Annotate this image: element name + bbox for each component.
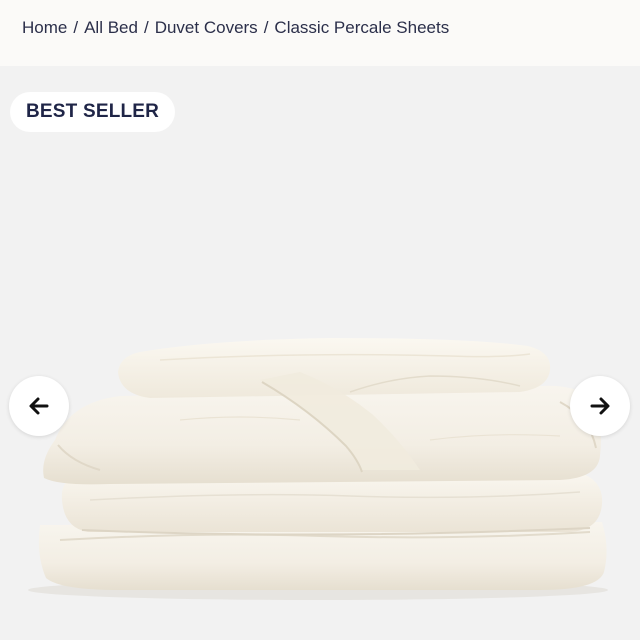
breadcrumb-bar: Home / All Bed / Duvet Covers / Classic … [0, 0, 640, 66]
breadcrumb-all-bed[interactable]: All Bed [84, 18, 138, 38]
previous-image-button[interactable] [9, 376, 69, 436]
breadcrumb-current-page: Classic Percale Sheets [274, 18, 450, 37]
next-image-button[interactable] [570, 376, 630, 436]
product-image [28, 338, 608, 600]
product-page: Home / All Bed / Duvet Covers / Classic … [0, 0, 640, 640]
breadcrumb-duvet-covers[interactable]: Duvet Covers [155, 18, 258, 38]
breadcrumb-separator: / [73, 18, 79, 37]
breadcrumb-home[interactable]: Home [22, 18, 67, 38]
breadcrumb: Home / All Bed / Duvet Covers / Classic … [22, 18, 449, 38]
breadcrumb-separator: / [143, 18, 149, 37]
arrow-right-icon [590, 397, 610, 415]
breadcrumb-separator: / [263, 18, 269, 37]
best-seller-badge: BEST SELLER [10, 92, 176, 132]
arrow-left-icon [29, 397, 49, 415]
